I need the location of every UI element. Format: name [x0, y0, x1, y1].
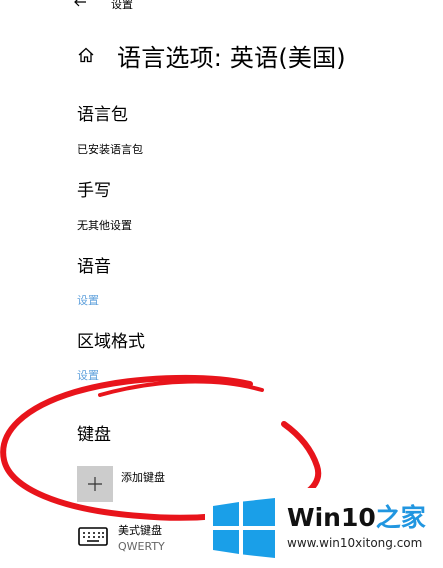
keyboard-item-layout: QWERTY — [118, 540, 165, 553]
keyboard-item-name[interactable]: 美式键盘 — [118, 522, 162, 538]
back-arrow-icon[interactable] — [72, 0, 88, 10]
language-pack-status: 已安装语言包 — [77, 143, 143, 156]
add-keyboard-label[interactable]: 添加键盘 — [121, 469, 165, 485]
language-pack-heading: 语言包 — [77, 105, 128, 125]
keyboard-heading: 键盘 — [77, 425, 111, 445]
speech-settings-link[interactable]: 设置 — [77, 292, 99, 308]
watermark: Win10之家 www.win10xitong.com — [205, 488, 443, 568]
plus-icon — [88, 477, 102, 491]
watermark-name-prefix: Win10 — [287, 503, 376, 532]
regional-format-heading: 区域格式 — [77, 332, 145, 352]
settings-page: 设置 语言选项: 英语(美国) 语言包 已安装语言包 手写 无其他设置 语音 设… — [0, 0, 443, 568]
watermark-url: www.win10xitong.com — [287, 536, 423, 550]
handwriting-status: 无其他设置 — [77, 219, 132, 232]
title-bar: 设置 — [0, 0, 443, 16]
page-title: 语言选项: 英语(美国) — [117, 44, 346, 72]
watermark-name: Win10之家 — [287, 498, 426, 534]
keyboard-icon — [78, 527, 108, 546]
windows-logo-icon — [213, 498, 275, 558]
red-annotation-circle — [0, 374, 322, 521]
handwriting-heading: 手写 — [77, 181, 111, 201]
add-keyboard-button[interactable] — [77, 466, 113, 502]
home-icon[interactable] — [77, 46, 95, 64]
speech-heading: 语音 — [77, 257, 111, 277]
regional-format-settings-link[interactable]: 设置 — [77, 367, 99, 383]
watermark-name-suffix: 之家 — [375, 503, 426, 532]
window-title: 设置 — [111, 0, 133, 11]
